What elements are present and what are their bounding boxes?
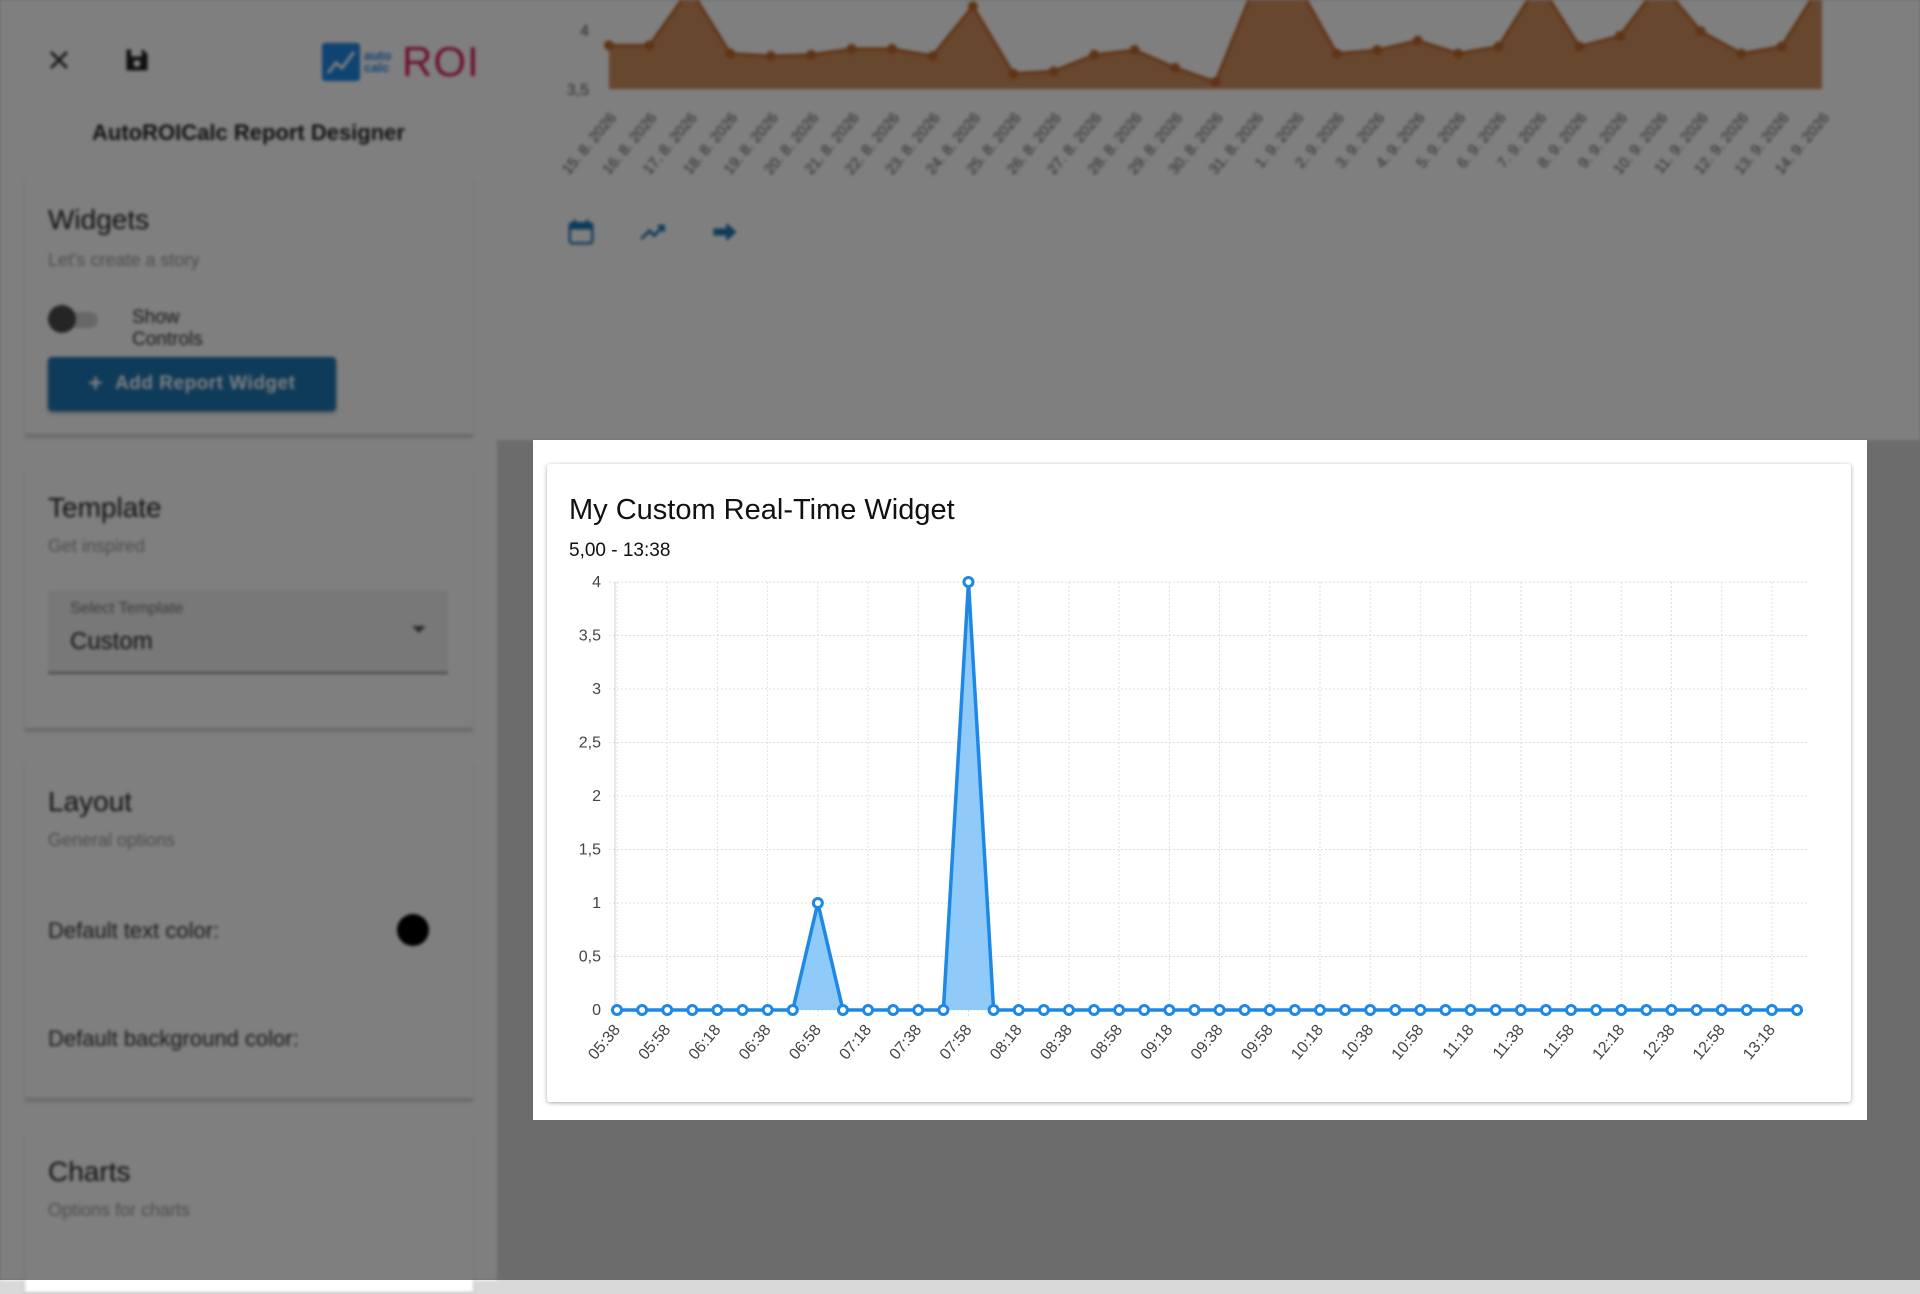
x-tick-label: 08:38: [1037, 1022, 1076, 1064]
x-tick-label: 13:18: [1740, 1022, 1779, 1064]
data-point: [786, 1004, 799, 1016]
real-time-widget-card[interactable]: My Custom Real-Time Widget 5,00 - 13:38 …: [547, 464, 1851, 1102]
data-point: [636, 1004, 649, 1016]
data-point: [1590, 1004, 1603, 1016]
data-point: [1088, 1004, 1101, 1016]
y-tick-label: 2,5: [579, 735, 601, 752]
data-point: [1539, 1004, 1552, 1016]
data-point: [1113, 1004, 1126, 1016]
x-tick-label: 08:58: [1087, 1022, 1126, 1064]
data-point: [1163, 1004, 1176, 1016]
y-tick-label: 2: [592, 788, 601, 805]
data-point: [611, 1004, 623, 1016]
y-tick-label: 0,5: [579, 949, 601, 966]
data-point: [1765, 1004, 1778, 1016]
x-tick-label: 12:18: [1590, 1022, 1629, 1064]
data-point: [987, 1004, 1000, 1016]
x-tick-label: 09:18: [1138, 1022, 1177, 1064]
x-tick-label: 12:58: [1690, 1022, 1729, 1064]
data-point: [1138, 1004, 1151, 1016]
data-point: [1414, 1004, 1427, 1016]
data-point: [1339, 1004, 1352, 1016]
data-point: [686, 1004, 699, 1016]
data-point: [1489, 1004, 1502, 1016]
data-point: [1288, 1004, 1301, 1016]
data-point: [1213, 1004, 1226, 1016]
x-tick-label: 08:18: [987, 1022, 1026, 1064]
data-point: [962, 576, 975, 588]
x-tick-label: 10:18: [1288, 1022, 1327, 1064]
y-tick-label: 4: [592, 574, 601, 591]
data-point: [1364, 1004, 1377, 1016]
data-point: [1740, 1004, 1753, 1016]
data-point: [811, 897, 824, 909]
real-time-area-chart: 0 0,5 1 1,5 2 2,5 3 3,5 4 05:38 05:58 06:18 06:38 06:…: [579, 574, 1809, 1064]
data-point: [1565, 1004, 1578, 1016]
data-point: [1062, 1004, 1075, 1016]
data-point: [1640, 1004, 1653, 1016]
x-tick-label: 10:38: [1338, 1022, 1377, 1064]
x-tick-label: 10:58: [1389, 1022, 1428, 1064]
x-tick-label: 07:58: [937, 1022, 976, 1064]
data-point: [1690, 1004, 1703, 1016]
data-point: [1037, 1004, 1050, 1016]
x-tick-label: 09:58: [1238, 1022, 1277, 1064]
data-point: [1439, 1004, 1452, 1016]
data-point: [912, 1004, 925, 1016]
x-tick-label: 06:18: [686, 1022, 725, 1064]
x-tick-label: 06:58: [786, 1022, 825, 1064]
data-point: [661, 1004, 674, 1016]
x-tick-label: 09:38: [1188, 1022, 1227, 1064]
data-point: [1464, 1004, 1477, 1016]
data-point: [1665, 1004, 1678, 1016]
data-point: [1313, 1004, 1326, 1016]
y-tick-label: 1,5: [579, 842, 601, 859]
x-tick-label: 05:38: [585, 1022, 624, 1064]
x-tick-label: 05:58: [636, 1022, 675, 1064]
x-tick-label: 06:38: [736, 1022, 775, 1064]
data-point: [1389, 1004, 1402, 1016]
data-point: [736, 1004, 749, 1016]
data-point: [1514, 1004, 1527, 1016]
x-tick-label: 11:38: [1490, 1022, 1528, 1063]
data-point: [761, 1004, 774, 1016]
y-tick-label: 1: [592, 895, 601, 912]
data-point: [1615, 1004, 1628, 1016]
data-point: [1238, 1004, 1251, 1016]
data-point: [1263, 1004, 1276, 1016]
data-point: [887, 1004, 900, 1016]
data-point: [862, 1004, 875, 1016]
x-tick-label: 07:38: [887, 1022, 926, 1064]
data-point: [1012, 1004, 1025, 1016]
y-tick-label: 3,5: [579, 628, 601, 645]
data-point: [1188, 1004, 1201, 1016]
x-tick-label: 07:18: [836, 1022, 875, 1064]
y-tick-label: 0: [592, 1002, 601, 1019]
data-point: [836, 1004, 849, 1016]
x-tick-label: 11:18: [1440, 1022, 1478, 1063]
data-point: [1715, 1004, 1728, 1016]
data-point: [711, 1004, 724, 1016]
y-tick-label: 3: [592, 681, 601, 698]
data-point: [937, 1004, 950, 1016]
data-point: [1791, 1004, 1803, 1016]
x-tick-label: 12:38: [1640, 1022, 1679, 1064]
x-tick-label: 11:58: [1540, 1022, 1578, 1063]
